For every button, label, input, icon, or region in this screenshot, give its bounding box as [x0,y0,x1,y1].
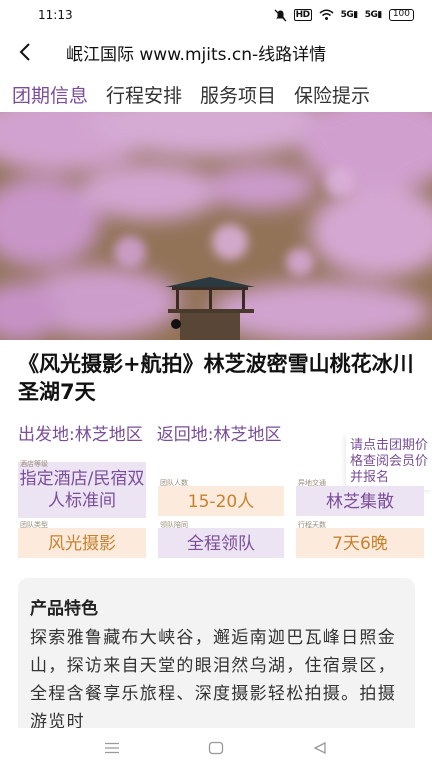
product-feature-card: 产品特色 探索雅鲁藏布大峡谷，邂逅南迦巴瓦峰日照金山，探访来自天堂的眼泪然乌湖，… [18,578,415,728]
days-label: 行程天数 [298,521,326,529]
return-place: 返回地:林芝地区 [156,425,282,445]
group-size-value: 15-20人 [187,492,255,512]
feature-text: 探索雅鲁藏布大峡谷，邂逅南迦巴瓦峰日照金山，探访来自天堂的眼泪然乌湖，住宿景区，… [30,628,396,728]
transport-label: 异地交通 [298,479,326,487]
menu-button[interactable] [92,733,132,763]
hd-icon: HD [293,9,312,21]
back-arrow-icon [19,43,30,61]
guide-value: 全程领队 [187,534,255,554]
tab-insurance[interactable]: 保险提示 [294,81,370,108]
system-back-button[interactable] [300,733,340,763]
tab-services[interactable]: 服务项目 [200,81,276,108]
nav-bar: 岷江国际 www.mjits.cn-线路详情 [0,30,432,74]
back-button[interactable] [0,30,50,74]
mute-bell-icon [274,9,287,21]
status-icons: HD 5G▮ 5G▮ 100 [274,9,414,22]
trip-title: 《风光摄影+航拍》林芝波密雪山桃花冰川圣湖7天 [18,352,414,404]
departure-place: 出发地:林芝地区 [18,425,143,445]
wifi-icon [319,9,334,20]
signal-icon-2: 5G▮ [364,10,383,20]
battery-icon: 100 [388,9,414,21]
back-triangle-icon [313,741,326,755]
system-nav-bar [0,728,432,768]
home-button[interactable] [196,733,236,763]
tab-group-info[interactable]: 团期信息 [12,81,88,108]
page-title: 岷江国际 www.mjits.cn-线路详情 [66,44,327,65]
tab-bar: 团期信息 行程安排 服务项目 保险提示 [0,76,432,112]
days-value: 7天6晚 [332,534,388,554]
feature-title: 产品特色 [30,599,98,619]
peach-blossom-photo [0,112,432,340]
group-size-label: 团队人数 [160,479,188,487]
hotel-value: 指定酒店/民宿双人标准间 [19,469,145,511]
signal-icon-1: 5G▮ [340,10,359,20]
home-icon [208,741,224,755]
status-bar: 11:13 HD 5G▮ 5G▮ 100 [0,0,432,30]
tour-type-value: 风光摄影 [48,534,116,554]
hero-image [0,112,432,340]
menu-icon [105,742,119,754]
price-tip-button[interactable]: 请点击团期价格查阅会员价并报名 [346,434,432,490]
guide-label: 领队陪同 [160,521,188,529]
status-time: 11:13 [38,8,73,22]
route-info: 出发地:林芝地区 返回地:林芝地区 [18,420,281,445]
tour-type-label: 团队类型 [20,521,48,529]
tab-itinerary[interactable]: 行程安排 [106,81,182,108]
transport-value: 林芝集散 [326,492,394,512]
